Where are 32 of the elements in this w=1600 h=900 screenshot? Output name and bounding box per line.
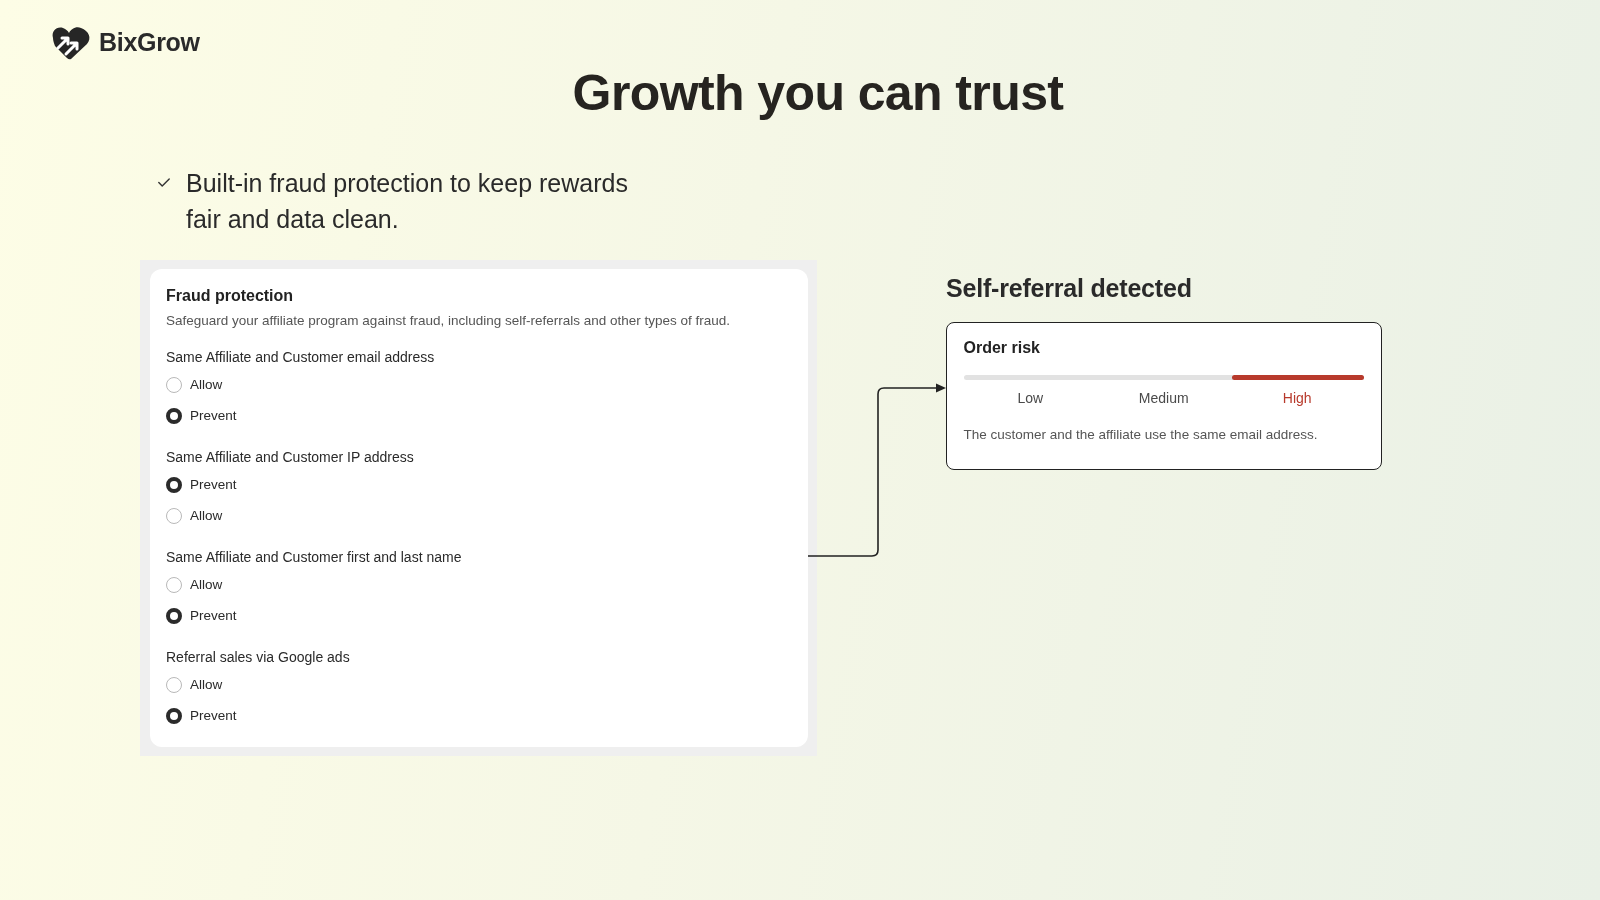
- radio-button[interactable]: [166, 377, 182, 393]
- radio-button[interactable]: [166, 408, 182, 424]
- option-label: Prevent: [190, 707, 237, 725]
- brand-name: BixGrow: [99, 27, 200, 57]
- setting-label: Same Affiliate and Customer IP address: [166, 448, 415, 467]
- risk-message: The customer and the affiliate use the same email address.: [963, 426, 1319, 444]
- risk-level-label: Low: [1017, 389, 1044, 407]
- option-label: Allow: [190, 507, 223, 525]
- radio-button[interactable]: [166, 677, 182, 693]
- radio-button[interactable]: [166, 477, 182, 493]
- option-label: Allow: [190, 376, 223, 394]
- option-label: Allow: [190, 676, 223, 694]
- risk-level-label: Medium: [1138, 389, 1189, 407]
- card-title: Fraud protection: [166, 286, 295, 306]
- risk-level-label: High: [1282, 389, 1312, 407]
- option-label: Prevent: [190, 476, 237, 494]
- card-description: Safeguard your affiliate program against fraud, including self-referrals and other types of fraud.: [166, 312, 732, 330]
- radio-button[interactable]: [166, 577, 182, 593]
- card-title: Order risk: [963, 338, 1041, 358]
- section-heading: Self-referral detected: [946, 273, 1193, 303]
- check-icon: [158, 178, 170, 187]
- option-label: Prevent: [190, 607, 237, 625]
- radio-button[interactable]: [166, 608, 182, 624]
- page-headline: Growth you can trust: [572, 64, 1064, 123]
- radio-button[interactable]: [166, 708, 182, 724]
- option-label: Prevent: [190, 407, 237, 425]
- radio-button[interactable]: [166, 508, 182, 524]
- feature-text: Built-in fraud protection to keep rewards fair and data clean.: [186, 168, 629, 235]
- setting-label: Referral sales via Google ads: [166, 648, 351, 667]
- setting-label: Same Affiliate and Customer email address: [166, 348, 436, 367]
- option-label: Allow: [190, 576, 223, 594]
- setting-label: Same Affiliate and Customer first and last name: [166, 548, 463, 567]
